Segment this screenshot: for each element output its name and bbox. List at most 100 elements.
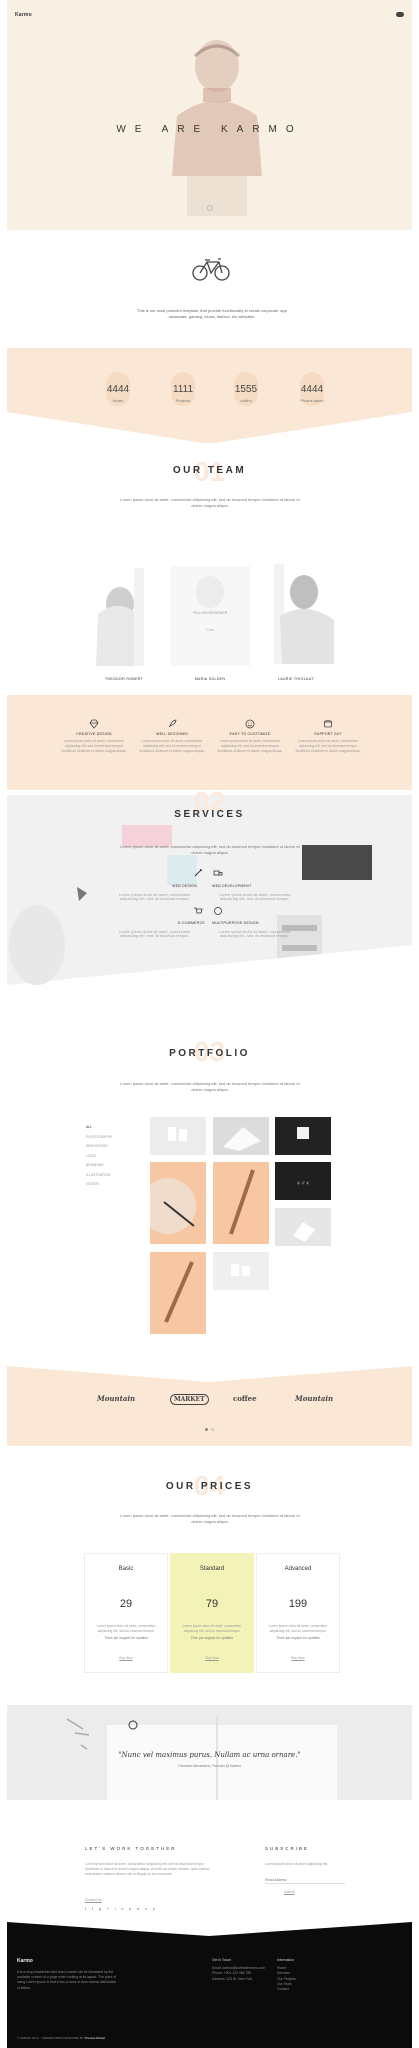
vimeo-icon[interactable]: v (145, 1907, 153, 1911)
stat-value: 4444 (106, 384, 130, 395)
copyright: © KARMO 2016 · THEMEFORMS DESIGNED BY Th… (17, 2036, 105, 2040)
footer-heading: Get in Touch (212, 1958, 231, 1962)
services-section (7, 795, 412, 1020)
client-logo[interactable]: coffee (233, 1394, 257, 1403)
footer: Karmo It is a long established fact that… (7, 1922, 412, 2048)
client-logo[interactable]: MARKET (170, 1394, 209, 1405)
feature-title: EASY TO CUSTOMIZE (229, 732, 271, 736)
stat-label: Hours (112, 398, 124, 403)
feature-desc: Lorem ipsum dolor sit amet, consectetur … (217, 739, 283, 753)
portfolio-item[interactable] (213, 1252, 269, 1290)
facebook-icon[interactable]: f (85, 1907, 92, 1911)
section-divider (7, 1366, 412, 1382)
stat-label: Projects (175, 398, 191, 403)
stat-projects: 1111 Projects (153, 372, 213, 406)
feature-desc: Lorem ipsum dolor sit amet, consectetur … (295, 739, 361, 753)
email-input[interactable] (265, 1876, 345, 1884)
portfolio-item[interactable]: ♀♂♀ (275, 1162, 331, 1200)
client-logo[interactable]: Mountain (295, 1394, 333, 1403)
filter-all[interactable]: ALL (86, 1123, 112, 1133)
client-logo[interactable]: Mountain (97, 1394, 135, 1403)
filter-videos[interactable]: VIDEOS (86, 1180, 112, 1190)
portfolio-description: Lorem ipsum dolor sit amet, consectetur … (120, 1081, 300, 1092)
plan-name: Advanced (284, 1566, 312, 1572)
slider-dot[interactable] (211, 1428, 214, 1431)
stat-value: 1111 (172, 384, 194, 395)
prices-title: OUR PRICES (165, 1481, 254, 1492)
filter-illustration[interactable]: ILLUSTRATION (86, 1171, 112, 1181)
section-divider (7, 1922, 412, 1936)
hero-section: Karmo WE ARE KARMO (7, 0, 412, 230)
buy-now-button[interactable]: Buy Now (171, 1656, 253, 1660)
service-desc: Lorem ipsum dolor sit amet, consectetur … (219, 893, 291, 901)
buy-now-button[interactable]: Buy Now (257, 1656, 339, 1660)
service-desc: Lorem ipsum dolor sit amet, consectetur … (219, 930, 291, 938)
cart-icon (194, 907, 203, 914)
portfolio-item[interactable] (213, 1117, 269, 1155)
team-member-photo[interactable] (262, 556, 382, 686)
portfolio-item[interactable] (213, 1162, 269, 1244)
feature-title: WELL DESIGNED (155, 732, 189, 736)
layers-icon (214, 907, 222, 915)
logo[interactable]: Karmo (15, 12, 32, 18)
team-description: Lorem ipsum dolor sit amet, consectetur … (120, 497, 300, 508)
social-icons[interactable]: f t in (206, 627, 214, 632)
filter-web-design[interactable]: WEB DESIGN (86, 1142, 112, 1152)
testimonial-author: Theodore Alexandrou, Founder @ Kartmo (177, 1764, 242, 1768)
portfolio-title: PORTFOLIO (169, 1048, 250, 1059)
footer-contact: Get in Touch Email: kartmo@kartmothemes.… (212, 1958, 265, 1982)
portfolio-item[interactable] (150, 1117, 206, 1155)
filter-logo[interactable]: LOGO (86, 1152, 112, 1162)
plan-name: Standard (199, 1566, 225, 1572)
scroll-down-icon[interactable] (207, 205, 213, 211)
portfolio-item[interactable] (150, 1252, 206, 1334)
testimonial-section: "Nunc vel maximus purus. Nullam ac urna … (7, 1705, 412, 1800)
footer-link[interactable]: Contact (277, 1987, 296, 1992)
portfolio-item[interactable] (275, 1117, 331, 1155)
portfolio-item[interactable] (275, 1208, 331, 1246)
filter-branding[interactable]: BRANDING (86, 1161, 112, 1171)
buy-now-button[interactable]: Buy Now (85, 1656, 167, 1660)
section-divider (7, 412, 412, 444)
slider-dot-active[interactable] (205, 1428, 208, 1431)
plan-support: Three per support for updates (276, 1635, 320, 1640)
hero-statue-image (172, 40, 262, 216)
intro-text: This is our most powerful template, that… (137, 308, 287, 319)
plan-name: Basic (118, 1566, 134, 1572)
youtube-icon[interactable]: y (153, 1907, 161, 1911)
hero-title: WE ARE KARMO (116, 124, 303, 135)
twitter-icon[interactable]: t (92, 1907, 99, 1911)
smiley-icon (245, 719, 255, 729)
feature-title: SUPPORT 24/7 (314, 732, 342, 736)
intro-section: This is our most powerful template, that… (7, 230, 412, 348)
plan-price: 199 (288, 1598, 308, 1610)
footer-logo[interactable]: Karmo (17, 1958, 33, 1964)
team-caption: FELLOW DESIGNER (193, 611, 228, 615)
feature-desc: Lorem ipsum dolor sit amet, consectetur … (61, 739, 127, 753)
google-plus-icon[interactable]: g+ (99, 1907, 115, 1911)
footer-about: It is a long established fact that a rea… (17, 1970, 117, 1990)
stat-value: 4444 (300, 384, 324, 395)
plan-desc: Lorem ipsum dolor sit amet, consectetur … (268, 1624, 328, 1633)
credit-link[interactable]: Themes Robert (85, 2036, 106, 2040)
plan-advanced: Advanced 199 Lorem ipsum dolor sit amet,… (256, 1553, 340, 1673)
truck-icon (213, 870, 223, 876)
service-multipurpose: MULTIPURPOSE DESIGN (212, 921, 259, 925)
service-ecommerce: E-COMMERCE (178, 921, 205, 925)
menu-button[interactable] (396, 12, 404, 17)
portfolio-item[interactable] (150, 1162, 206, 1244)
plan-support: Three per support for updates (104, 1635, 148, 1640)
contact-link[interactable]: Contact Us (85, 1898, 102, 1902)
plan-price: 79 (205, 1598, 219, 1610)
stat-label: coffe's (240, 398, 252, 403)
filter-photography[interactable]: PHOTOGRAPHY (86, 1133, 112, 1143)
feature-easy-customize: EASY TO CUSTOMIZE Lorem ipsum dolor sit … (215, 719, 285, 753)
plan-price: 29 (119, 1598, 133, 1610)
service-web-development: WEB DEVELOPMENT (212, 884, 252, 888)
contact-title: LET'S WORK TOGETHER (85, 1846, 177, 1851)
service-desc: Lorem ipsum dolor sit amet, consectetur … (119, 893, 191, 901)
team-member-photo[interactable]: FELLOW DESIGNER f t in (150, 556, 270, 686)
linkedin-icon[interactable]: in (115, 1907, 130, 1911)
submit-button[interactable]: Submit (284, 1890, 295, 1894)
subscribe-text: Lorem ipsum dolor sit amet adipiscing el… (265, 1862, 329, 1866)
